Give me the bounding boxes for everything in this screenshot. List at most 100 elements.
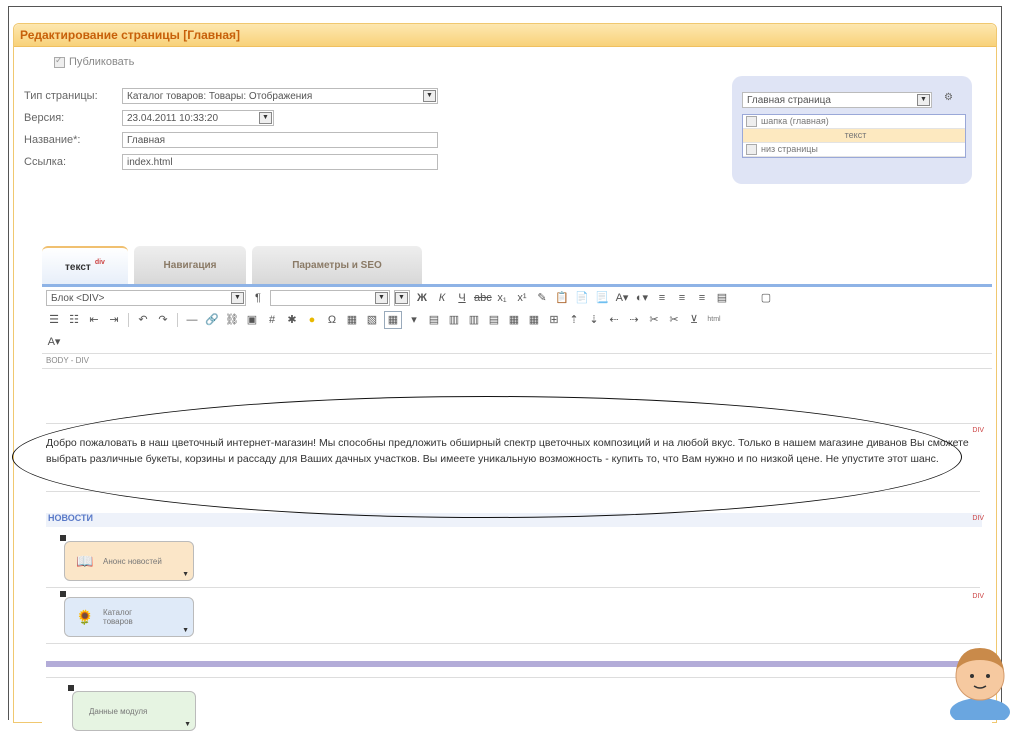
table-icon[interactable]: ▦ <box>384 311 402 329</box>
module-news[interactable]: 📖 Анонс новостей ▼ <box>64 541 194 581</box>
layout-select[interactable]: Главная страница ▼ <box>742 92 932 108</box>
chevron-down-icon[interactable]: ▼ <box>182 627 189 634</box>
book-icon: 📖 <box>76 553 94 569</box>
paste-word-icon[interactable]: 📃 <box>594 290 610 306</box>
strikethrough-icon[interactable]: abc <box>474 290 492 306</box>
chevron-down-icon[interactable]: ▼ <box>917 94 930 106</box>
layout-block-item[interactable]: шапка (главная) <box>743 115 965 129</box>
undo-icon[interactable]: ↶ <box>135 312 151 328</box>
layout-block-item[interactable]: низ страницы <box>743 143 965 157</box>
page-type-select[interactable]: Каталог товаров: Товары: Отображения ▼ <box>122 88 438 104</box>
name-row: Название*: Главная <box>14 132 438 148</box>
find-replace-icon[interactable]: A▾ <box>46 334 62 350</box>
outdent-icon[interactable]: ⇤ <box>86 312 102 328</box>
layout-select-value: Главная страница <box>747 95 831 106</box>
flash-icon[interactable]: ✱ <box>284 312 300 328</box>
size-select[interactable]: ▼ <box>394 290 410 306</box>
filter-icon[interactable]: ⊻ <box>686 312 702 328</box>
news-block-label[interactable]: НОВОСТИ <box>46 513 982 527</box>
cell-split-icon[interactable]: ▦ <box>526 312 542 328</box>
layout-block-item-active[interactable]: текст <box>743 129 965 143</box>
row-below-icon[interactable]: ⇣ <box>586 312 602 328</box>
div-badge-icon: div <box>94 258 105 266</box>
redo-icon[interactable]: ↷ <box>155 312 171 328</box>
smiley-icon[interactable]: ● <box>304 312 320 328</box>
table-menu-icon[interactable]: ▾ <box>406 312 422 328</box>
underline-icon[interactable]: Ч <box>454 290 470 306</box>
italic-icon[interactable]: К <box>434 290 450 306</box>
tab-navigation[interactable]: Навигация <box>134 246 246 284</box>
page-break-icon[interactable]: ▧ <box>364 312 380 328</box>
spellcheck-icon[interactable]: ✎ <box>534 290 550 306</box>
paste-icon[interactable]: 📋 <box>554 290 570 306</box>
indent-icon[interactable]: ⇥ <box>106 312 122 328</box>
chevron-down-icon[interactable]: ▼ <box>184 721 191 728</box>
chevron-down-icon[interactable]: ▼ <box>231 292 244 304</box>
module-data[interactable]: Данные модуля ▼ <box>72 691 196 731</box>
div-tag-icon: DIV <box>972 593 984 600</box>
version-select[interactable]: 23.04.2011 10:33:20 ▼ <box>122 110 274 126</box>
chevron-down-icon[interactable]: ▼ <box>182 571 189 578</box>
module-catalog[interactable]: 🌻 Каталог товаров ▼ <box>64 597 194 637</box>
copy-icon[interactable]: ✂ <box>666 312 682 328</box>
col-delete-icon[interactable]: ▤ <box>486 312 502 328</box>
superscript-icon[interactable]: x¹ <box>514 290 530 306</box>
cell-merge-icon[interactable]: ▦ <box>506 312 522 328</box>
chevron-down-icon[interactable]: ▼ <box>259 112 272 124</box>
maximize-icon[interactable]: ▢ <box>758 290 774 306</box>
unordered-list-icon[interactable]: ☷ <box>66 312 82 328</box>
chevron-down-icon[interactable]: ▼ <box>423 90 436 102</box>
bold-icon[interactable]: Ж <box>414 290 430 306</box>
paste-text-icon[interactable]: 📄 <box>574 290 590 306</box>
subscript-icon[interactable]: x₁ <box>494 290 510 306</box>
anchor-icon[interactable]: # <box>264 312 280 328</box>
editor-toolbar-row-3: A▾ <box>42 331 992 353</box>
highlight-color-icon[interactable]: ◐▾ <box>634 290 650 306</box>
cut-icon[interactable]: ✂ <box>646 312 662 328</box>
col-left-icon[interactable]: ⇠ <box>606 312 622 328</box>
window-frame: Редактирование страницы [Главная] Публик… <box>8 6 1002 731</box>
col-insert-icon[interactable]: ▥ <box>466 312 482 328</box>
block-checkbox[interactable] <box>746 116 757 128</box>
row-insert-icon[interactable]: ▤ <box>426 312 442 328</box>
cell-props-icon[interactable]: ⊞ <box>546 312 562 328</box>
style-icon[interactable]: ¶ <box>250 290 266 306</box>
chevron-down-icon[interactable]: ▼ <box>375 292 388 304</box>
toolbar-separator <box>177 313 178 327</box>
font-select[interactable]: ▼ <box>270 290 390 306</box>
row-delete-icon[interactable]: ▥ <box>446 312 462 328</box>
align-left-icon[interactable]: ≡ <box>654 290 670 306</box>
page-type-row: Тип страницы: Каталог товаров: Товары: О… <box>14 88 438 104</box>
col-right-icon[interactable]: ⇢ <box>626 312 642 328</box>
link-field[interactable]: index.html <box>122 154 438 170</box>
align-center-icon[interactable]: ≡ <box>674 290 690 306</box>
tab-params-seo[interactable]: Параметры и SEO <box>252 246 422 284</box>
template-icon[interactable]: ▦ <box>344 312 360 328</box>
pin-icon <box>68 685 74 691</box>
special-char-icon[interactable]: Ω <box>324 312 340 328</box>
name-field[interactable]: Главная <box>122 132 438 148</box>
name-label: Название*: <box>24 134 81 146</box>
block-checkbox[interactable] <box>746 144 757 156</box>
html-source-icon[interactable]: html <box>706 312 722 328</box>
align-justify-icon[interactable]: ▤ <box>714 290 730 306</box>
unlink-icon[interactable]: ⛓ <box>224 312 240 328</box>
tab-text[interactable]: текст div <box>42 246 128 286</box>
pin-icon <box>60 535 66 541</box>
ordered-list-icon[interactable]: ☰ <box>46 312 62 328</box>
editor-content-text[interactable]: Добро пожаловать в наш цветочный интерне… <box>46 435 976 493</box>
publish-label: Публиковать <box>69 56 135 68</box>
settings-icon[interactable]: ⚙ <box>944 92 953 103</box>
align-right-icon[interactable]: ≡ <box>694 290 710 306</box>
format-select[interactable]: Блок <DIV> ▼ <box>46 290 246 306</box>
image-icon[interactable]: ▣ <box>244 312 260 328</box>
horizontal-rule-icon[interactable]: — <box>184 312 200 328</box>
row-above-icon[interactable]: ⇡ <box>566 312 582 328</box>
chevron-down-icon[interactable]: ▼ <box>395 292 408 304</box>
publish-checkbox[interactable] <box>54 55 65 68</box>
editor-toolbar-row-2: ☰ ☷ ⇤ ⇥ ↶ ↷ — 🔗 ⛓ ▣ # ✱ ● Ω ▦ ▧ ▦ ▾ ▤ ▥ … <box>42 309 992 331</box>
font-color-icon[interactable]: A▾ <box>614 290 630 306</box>
editor-tabs: текст div Навигация Параметры и SEO <box>42 246 428 286</box>
toolbar-separator <box>128 313 129 327</box>
link-icon[interactable]: 🔗 <box>204 312 220 328</box>
